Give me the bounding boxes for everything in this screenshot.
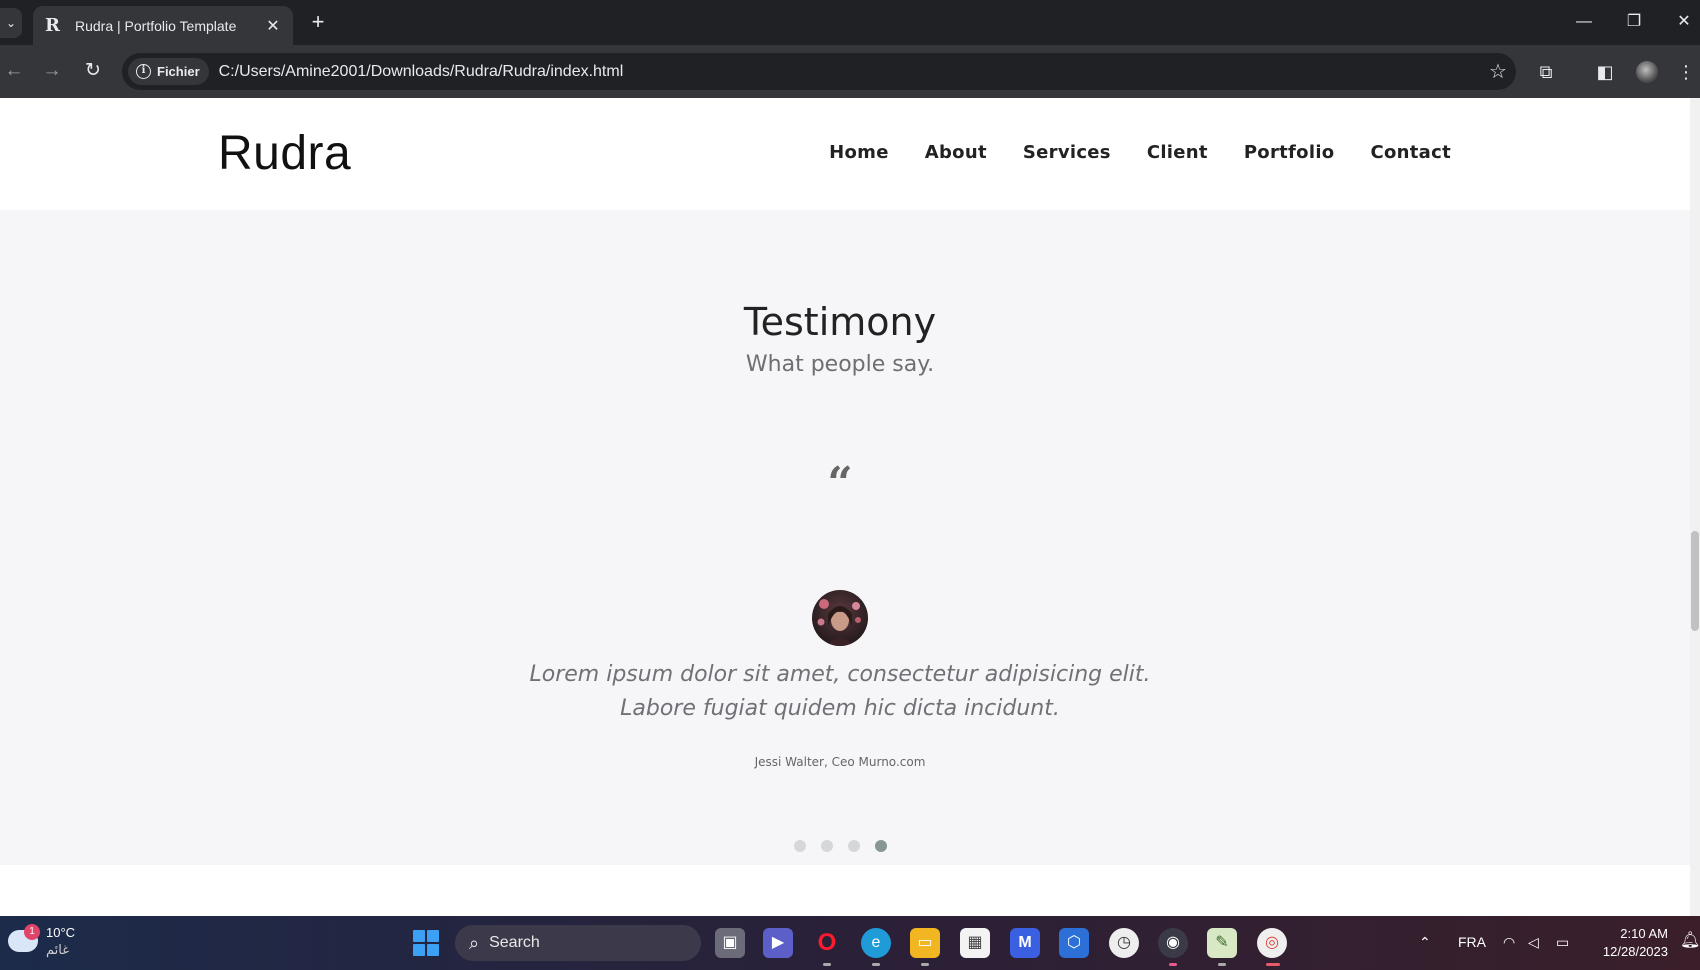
tab-search-button[interactable]: ⌄ [0, 8, 22, 38]
taskbar-indicator [1169, 963, 1177, 966]
tray-chevron-up-icon[interactable]: ⌃ [1419, 934, 1431, 951]
scrollbar-thumb[interactable] [1691, 531, 1699, 631]
quote-icon: “ [827, 458, 853, 509]
quote-line-1: Lorem ipsum dolor sit amet, consectetur … [529, 662, 1151, 687]
weather-temp: 10°C [46, 925, 76, 940]
browser-tab-active[interactable]: R Rudra | Portfolio Template ✕ [33, 6, 293, 45]
new-tab-button[interactable]: + [305, 9, 331, 35]
site-nav: Home About Services Client Portfolio Con… [829, 142, 1451, 163]
volume-icon[interactable]: ◁ [1528, 934, 1539, 951]
notification-bell-icon[interactable]: 🔔︎ [1680, 930, 1700, 950]
profile-avatar[interactable] [1636, 61, 1658, 83]
site-brand[interactable]: Rudra [218, 126, 351, 181]
address-bar[interactable]: i Fichier C:/Users/Amine2001/Downloads/R… [122, 53, 1516, 90]
favicon-icon: R [45, 15, 60, 36]
battery-icon[interactable]: ▭ [1556, 934, 1569, 951]
screen: ⌄ R Rudra | Portfolio Template ✕ + — ❐ ✕… [0, 0, 1700, 970]
opera-icon[interactable]: O [812, 928, 842, 958]
quote-line-2: Labore fugiat quidem hic dicta incidunt. [620, 696, 1060, 721]
nav-portfolio[interactable]: Portfolio [1244, 142, 1335, 163]
url-text[interactable]: C:/Users/Amine2001/Downloads/Rudra/Rudra… [219, 63, 1480, 81]
clock-time: 2:10 AM [1620, 926, 1668, 941]
side-panel-icon[interactable]: ◧ [1591, 58, 1619, 86]
taskbar-indicator [872, 963, 880, 966]
search-icon: ⌕ [469, 932, 480, 953]
back-icon[interactable]: ← [0, 57, 28, 85]
carousel-dot-3[interactable] [848, 840, 860, 852]
carousel-dot-4[interactable] [875, 840, 887, 852]
close-window-icon[interactable]: ✕ [1664, 8, 1700, 36]
app-shield-icon[interactable]: ⬡ [1059, 928, 1089, 958]
wifi-icon[interactable]: ◠ [1503, 934, 1515, 951]
testimony-section: Testimony What people say. “ Lorem ipsum… [0, 210, 1690, 865]
carousel-dots [794, 840, 887, 852]
testimonial-quote: Lorem ipsum dolor sit amet, consectetur … [440, 658, 1240, 726]
tab-title: Rudra | Portfolio Template [75, 17, 237, 34]
nav-home[interactable]: Home [829, 142, 889, 163]
next-section [0, 865, 1690, 916]
clock-date: 12/28/2023 [1602, 944, 1668, 959]
task-view-icon[interactable]: ▣ [715, 928, 745, 958]
testimonial-avatar [812, 590, 868, 646]
cloud-icon: 1 [8, 924, 40, 952]
menu-kebab-icon[interactable]: ⋮ [1672, 58, 1700, 86]
clock-app-icon[interactable]: ◷ [1109, 928, 1139, 958]
extensions-icon[interactable]: ⧉ [1532, 58, 1560, 86]
weather-condition: غائم [46, 942, 70, 957]
minimize-icon[interactable]: — [1564, 8, 1604, 36]
taskbar-search-label: Search [489, 934, 540, 951]
chevron-down-icon: ⌄ [5, 16, 17, 30]
carousel-dot-2[interactable] [821, 840, 833, 852]
vscode-like-icon[interactable]: M [1010, 928, 1040, 958]
taskbar-indicator [1266, 963, 1280, 966]
weather-badge: 1 [24, 924, 40, 940]
teams-icon[interactable]: ▶ [763, 928, 793, 958]
taskbar-clock[interactable]: 2:10 AM 12/28/2023 [1592, 925, 1668, 961]
taskbar-indicator [823, 963, 831, 966]
site-header: Rudra Home About Services Client Portfol… [0, 98, 1690, 210]
language-indicator[interactable]: FRA [1458, 934, 1486, 950]
taskbar-indicator [1218, 963, 1226, 966]
windows-start-icon[interactable] [413, 930, 439, 956]
nav-services[interactable]: Services [1023, 142, 1111, 163]
site-info-label: Fichier [157, 64, 200, 79]
info-icon: i [136, 64, 151, 79]
forward-icon[interactable]: → [38, 57, 66, 85]
windows-taskbar: 1 10°C غائم ⌕ Search ▣ ▶ O e ▭ ▦ M ⬡ ◷ ◉… [0, 916, 1700, 970]
restore-icon[interactable]: ❐ [1614, 8, 1654, 36]
bookmark-star-icon[interactable]: ☆ [1480, 59, 1516, 84]
file-explorer-icon[interactable]: ▭ [910, 928, 940, 958]
reload-icon[interactable]: ↻ [79, 57, 107, 85]
browser-tabstrip: ⌄ R Rudra | Portfolio Template ✕ + — ❐ ✕ [0, 0, 1700, 45]
taskbar-search[interactable]: ⌕ Search [455, 925, 701, 961]
media-app-icon[interactable]: ◉ [1158, 928, 1188, 958]
paint-app-icon[interactable]: ✎ [1207, 928, 1237, 958]
taskbar-indicator [921, 963, 929, 966]
nav-client[interactable]: Client [1147, 142, 1208, 163]
site-info-chip[interactable]: i Fichier [128, 58, 209, 85]
close-tab-icon[interactable]: ✕ [263, 16, 283, 36]
page-scrollbar[interactable] [1690, 98, 1700, 916]
chrome-icon[interactable]: ◎ [1257, 928, 1287, 958]
carousel-dot-1[interactable] [794, 840, 806, 852]
section-subtitle: What people say. [745, 352, 935, 377]
nav-contact[interactable]: Contact [1370, 142, 1451, 163]
store-icon[interactable]: ▦ [960, 928, 990, 958]
section-title: Testimony [743, 300, 937, 344]
weather-widget[interactable]: 1 10°C غائم [8, 924, 75, 958]
testimonial-author: Jessi Walter, Ceo Murno.com [754, 755, 926, 769]
page-viewport: Rudra Home About Services Client Portfol… [0, 98, 1700, 916]
nav-about[interactable]: About [925, 142, 987, 163]
edge-icon[interactable]: e [861, 928, 891, 958]
browser-toolbar: ← → ↻ i Fichier C:/Users/Amine2001/Downl… [0, 45, 1700, 98]
